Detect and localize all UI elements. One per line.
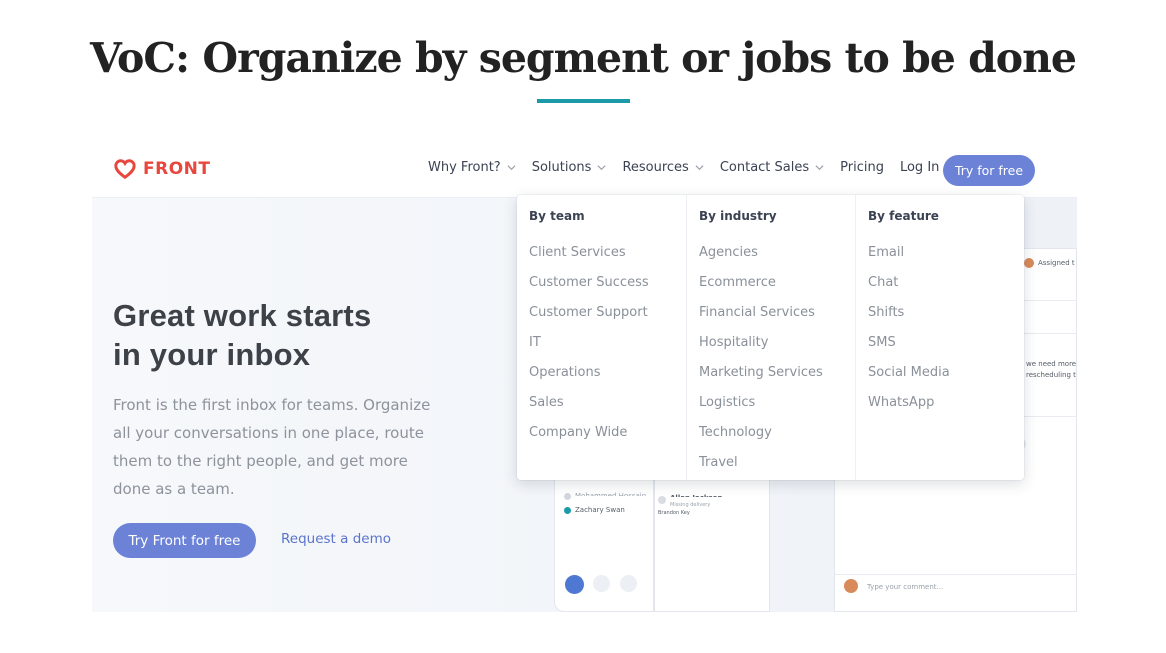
column-heading: By industry	[699, 209, 777, 223]
menu-item-operations[interactable]: Operations	[529, 365, 686, 395]
nav-label: Log In	[899, 160, 940, 175]
chevron-down-icon	[815, 165, 824, 171]
logo[interactable]: FRONT	[114, 158, 210, 180]
menu-item-customer-support[interactable]: Customer Support	[529, 305, 686, 335]
chevron-down-icon	[507, 165, 516, 171]
title-underline	[537, 99, 630, 103]
hero-heading-line: Great work starts	[113, 298, 372, 333]
try-for-free-button[interactable]: Try for free	[943, 155, 1035, 186]
chevron-down-icon	[597, 165, 606, 171]
status-dot	[564, 507, 571, 514]
menu-item-travel[interactable]: Travel	[699, 455, 855, 485]
menu-item-customer-success[interactable]: Customer Success	[529, 275, 686, 305]
menu-item-chat[interactable]: Chat	[868, 275, 1024, 305]
heart-icon	[114, 159, 136, 180]
nav-solutions[interactable]: Solutions	[532, 160, 607, 175]
card-subtitle: Missing delivery	[670, 502, 711, 508]
menu-item-email[interactable]: Email	[868, 245, 1024, 275]
menu-item-it[interactable]: IT	[529, 335, 686, 365]
menu-item-hospitality[interactable]: Hospitality	[699, 335, 855, 365]
nav-label: Pricing	[840, 160, 884, 175]
menu-item-company-wide[interactable]: Company Wide	[529, 425, 686, 455]
column-heading: By feature	[868, 209, 939, 223]
nav-label: Resources	[622, 160, 689, 175]
menu-item-agencies[interactable]: Agencies	[699, 245, 855, 275]
card-title: Allan Jackson	[670, 494, 722, 497]
nav-resources[interactable]: Resources	[622, 160, 704, 175]
avatar	[844, 579, 858, 593]
status-dot	[564, 493, 571, 500]
contacts-icon[interactable]	[620, 575, 637, 592]
nav-contact-sales[interactable]: Contact Sales	[720, 160, 824, 175]
inbox-icon[interactable]	[565, 575, 584, 594]
menu-item-social-media[interactable]: Social Media	[868, 365, 1024, 395]
solutions-dropdown: By team Client Services Customer Success…	[517, 195, 1024, 480]
dropdown-column-industry: By industry Agencies Ecommerce Financial…	[686, 195, 855, 480]
comment-input[interactable]: Type your comment...	[867, 583, 943, 591]
try-front-free-button[interactable]: Try Front for free	[113, 523, 256, 558]
contact-name: Mohammed Hossain	[575, 492, 647, 496]
message-snippet: we need more	[1026, 360, 1077, 368]
menu-item-financial-services[interactable]: Financial Services	[699, 305, 855, 335]
menu-item-logistics[interactable]: Logistics	[699, 395, 855, 425]
slide-title: VoC: Organize by segment or jobs to be d…	[89, 34, 1077, 82]
nav-log-in[interactable]: Log In	[900, 160, 939, 175]
message-snippet: rescheduling t	[1026, 371, 1076, 379]
contact-name: Zachary Swan	[575, 506, 625, 514]
menu-item-whatsapp[interactable]: WhatsApp	[868, 395, 1024, 425]
dropdown-column-feature: By feature Email Chat Shifts SMS Social …	[855, 195, 1024, 480]
request-demo-link[interactable]: Request a demo	[281, 531, 391, 547]
menu-item-sales[interactable]: Sales	[529, 395, 686, 425]
menu-item-sms[interactable]: SMS	[868, 335, 1024, 365]
menu-item-shifts[interactable]: Shifts	[868, 305, 1024, 335]
dropdown-column-team: By team Client Services Customer Success…	[517, 195, 686, 480]
hero-body: Front is the first inbox for teams. Orga…	[113, 396, 431, 498]
website-screenshot: FRONT Why Front? Solutions Resources Con…	[92, 138, 1077, 612]
nav-label: Why Front?	[428, 160, 501, 175]
menu-item-marketing-services[interactable]: Marketing Services	[699, 365, 855, 395]
column-heading: By team	[529, 209, 585, 223]
nav-pricing[interactable]: Pricing	[840, 160, 884, 175]
menu-item-ecommerce[interactable]: Ecommerce	[699, 275, 855, 305]
main-nav: Why Front? Solutions Resources Contact S…	[428, 160, 955, 175]
hero-heading: Great work starts in your inbox	[113, 296, 371, 374]
divider	[834, 574, 1077, 575]
card-tag: Brandon Key	[658, 510, 690, 516]
nav-why-front[interactable]: Why Front?	[428, 160, 516, 175]
chevron-down-icon	[695, 165, 704, 171]
assigned-label: Assigned t	[1038, 259, 1075, 267]
nav-label: Solutions	[531, 160, 592, 175]
hero-heading-line: in your inbox	[113, 337, 311, 372]
logo-text: FRONT	[143, 159, 211, 179]
avatar	[1024, 258, 1034, 268]
analytics-icon[interactable]	[593, 575, 610, 592]
menu-item-technology[interactable]: Technology	[699, 425, 855, 455]
menu-item-client-services[interactable]: Client Services	[529, 245, 686, 275]
avatar	[658, 496, 666, 504]
nav-label: Contact Sales	[719, 160, 810, 175]
